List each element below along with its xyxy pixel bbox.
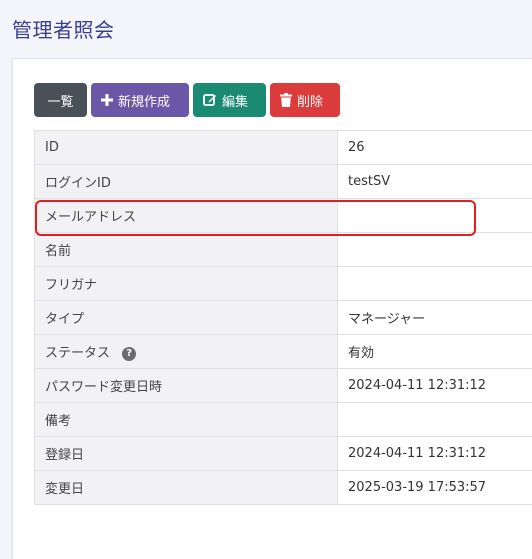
row-value: 2024-04-11 12:31:12: [338, 437, 532, 471]
table-row-name: 名前: [35, 233, 532, 267]
table-row-email: メールアドレス: [35, 199, 532, 233]
row-value: 2025-03-19 17:53:57: [338, 471, 532, 505]
delete-button[interactable]: 削除: [270, 83, 340, 117]
edit-button[interactable]: 編集: [193, 83, 266, 117]
page-header: 管理者照会: [0, 0, 532, 58]
table-row-updated: 変更日 2025-03-19 17:53:57: [35, 471, 532, 505]
action-toolbar: 一覧 新規作成 編集: [34, 83, 340, 117]
row-label: ステータス: [45, 346, 110, 361]
row-value: testSV: [338, 165, 532, 199]
row-label: ID: [35, 131, 338, 165]
row-label: 名前: [35, 233, 338, 267]
row-value: [338, 403, 532, 437]
table-row-registered: 登録日 2024-04-11 12:31:12: [35, 437, 532, 471]
row-label: 登録日: [35, 437, 338, 471]
detail-card: 一覧 新規作成 編集: [12, 58, 532, 559]
delete-button-label: 削除: [297, 91, 323, 110]
edit-button-label: 編集: [222, 91, 248, 110]
plus-icon: [101, 94, 113, 106]
row-label-cell: ステータス ?: [35, 335, 338, 369]
row-label: 変更日: [35, 471, 338, 505]
new-button-label: 新規作成: [118, 91, 170, 110]
table-row-furigana: フリガナ: [35, 267, 532, 301]
table-row-id: ID 26: [35, 131, 532, 165]
table-row-status: ステータス ? 有効: [35, 335, 532, 369]
row-label: メールアドレス: [35, 199, 338, 233]
row-label: パスワード変更日時: [35, 369, 338, 403]
row-label: タイプ: [35, 301, 338, 335]
table-row-password-changed: パスワード変更日時 2024-04-11 12:31:12: [35, 369, 532, 403]
row-label: フリガナ: [35, 267, 338, 301]
row-label: ログインID: [35, 165, 338, 199]
new-button[interactable]: 新規作成: [91, 83, 189, 117]
detail-table: ID 26 ログインID testSV メールアドレス 名前 フリガナ タイプ: [34, 130, 532, 505]
trash-icon: [280, 93, 292, 107]
table-row-type: タイプ マネージャー: [35, 301, 532, 335]
row-label: 備考: [35, 403, 338, 437]
edit-icon: [203, 93, 217, 107]
row-value: 26: [338, 131, 532, 165]
list-button[interactable]: 一覧: [34, 83, 87, 117]
table-row-notes: 備考: [35, 403, 532, 437]
list-button-label: 一覧: [47, 91, 73, 110]
row-value: 2024-04-11 12:31:12: [338, 369, 532, 403]
row-value: マネージャー: [338, 301, 532, 335]
table-row-login-id: ログインID testSV: [35, 165, 532, 199]
help-icon[interactable]: ?: [122, 347, 136, 361]
row-value: 有効: [338, 335, 532, 369]
page-title: 管理者照会: [12, 14, 115, 43]
row-value: [338, 233, 532, 267]
row-value: [338, 199, 532, 233]
row-value: [338, 267, 532, 301]
